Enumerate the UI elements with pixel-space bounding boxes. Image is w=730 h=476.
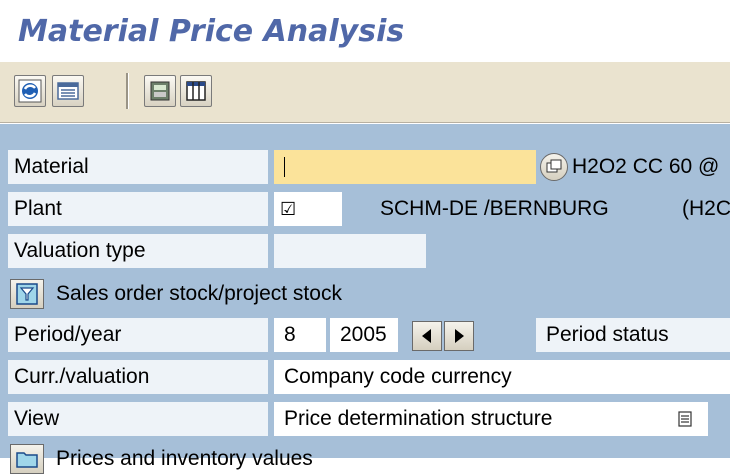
toolbar-separator [126, 73, 129, 109]
sales-order-stock-label: Sales order stock/project stock [56, 282, 342, 305]
arrow-right-icon [455, 329, 464, 343]
view-select[interactable]: Price determination structure [274, 402, 708, 436]
text-cursor [284, 157, 285, 178]
material-description: H2O2 CC 60 @ [572, 155, 720, 178]
curr-valuation-select[interactable]: Company code currency [274, 360, 730, 394]
prices-inventory-toggle[interactable] [10, 444, 44, 474]
list-view-button[interactable] [52, 75, 84, 107]
period-status-label: Period status [536, 318, 730, 352]
year-input[interactable]: 2005 [330, 318, 398, 352]
plant-checkbox[interactable]: ☑ [274, 192, 342, 226]
period-input[interactable]: 8 [274, 318, 326, 352]
arrow-left-icon [422, 329, 431, 343]
material-input[interactable] [274, 150, 536, 184]
table-icon [186, 81, 206, 101]
next-period-button[interactable] [444, 321, 474, 351]
selection-form: Material H2O2 CC 60 @ Plant ☑ SCHM-DE /B… [0, 124, 730, 474]
hierarchy-button[interactable] [144, 75, 176, 107]
open-window-icon [546, 159, 562, 173]
curr-valuation-label: Curr./valuation [8, 360, 268, 394]
material-search-button[interactable] [540, 153, 568, 181]
period-year-label: Period/year [8, 318, 268, 352]
application-toolbar [0, 62, 730, 123]
valuation-type-label: Valuation type [8, 234, 268, 268]
plant-description: SCHM-DE /BERNBURG [380, 197, 609, 220]
filter-icon [16, 283, 38, 305]
folder-icon [16, 452, 38, 468]
previous-period-button[interactable] [412, 321, 442, 351]
material-label: Material [8, 150, 268, 184]
dropdown-list-icon[interactable] [676, 410, 694, 428]
plant-extra: (H2C [682, 197, 730, 220]
sales-order-stock-toggle[interactable] [10, 279, 44, 309]
title-bar: Material Price Analysis [0, 0, 730, 60]
list-icon [57, 82, 79, 100]
refresh-button[interactable] [14, 75, 46, 107]
prices-inventory-label: Prices and inventory values [56, 447, 313, 470]
plant-label: Plant [8, 192, 268, 226]
view-label: View [8, 402, 268, 436]
valuation-type-input[interactable] [274, 234, 426, 268]
page-title: Material Price Analysis [18, 14, 405, 49]
hierarchy-icon [150, 81, 170, 101]
layout-button[interactable] [180, 75, 212, 107]
refresh-icon [18, 79, 42, 103]
